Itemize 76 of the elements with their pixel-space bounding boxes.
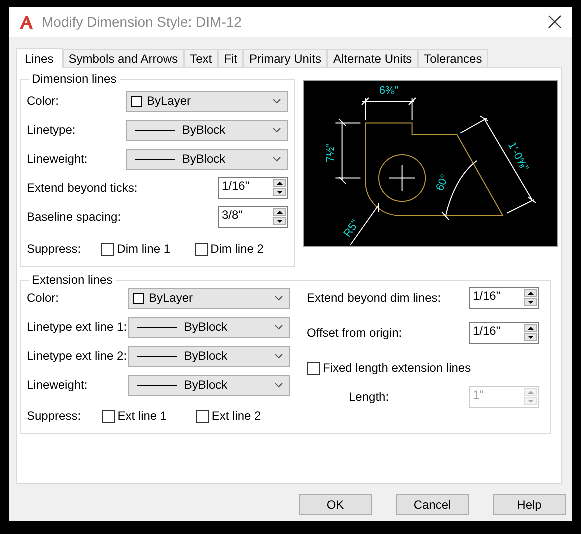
checkbox-label: Fixed length extension lines bbox=[323, 361, 472, 375]
chevron-icon bbox=[273, 128, 281, 132]
checkbox-label: Dim line 2 bbox=[210, 242, 264, 256]
field-label: Linetype: bbox=[27, 123, 76, 137]
spin-up-button[interactable] bbox=[524, 289, 537, 297]
field-label: Color: bbox=[27, 94, 60, 108]
chevron-icon bbox=[275, 354, 283, 358]
dropdown[interactable]: ByBlock bbox=[128, 374, 290, 396]
field-label: Offset from origin: bbox=[307, 326, 402, 340]
spin-up-button[interactable] bbox=[524, 324, 537, 332]
field-label: Baseline spacing: bbox=[27, 210, 122, 224]
spin-down-button[interactable] bbox=[524, 298, 537, 306]
spin-field[interactable]: 1/16" bbox=[469, 287, 539, 309]
field-label: Linetype ext line 1: bbox=[27, 320, 128, 334]
spin-down-button[interactable] bbox=[273, 188, 286, 196]
dropdown[interactable]: ByLayer bbox=[128, 288, 290, 308]
checkbox-label: Dim line 1 bbox=[117, 242, 171, 256]
tab[interactable]: Tolerances bbox=[418, 49, 488, 67]
spin-field[interactable]: 1/16" bbox=[218, 177, 288, 199]
color-swatch-icon bbox=[133, 292, 144, 304]
group-title: Extension lines bbox=[31, 273, 114, 287]
field-label: Extend beyond dim lines: bbox=[307, 291, 442, 305]
dialog-button[interactable]: Cancel bbox=[396, 494, 469, 515]
spin-field[interactable]: 3/8" bbox=[218, 206, 288, 228]
tab[interactable]: Lines bbox=[16, 48, 63, 68]
dropdown[interactable]: ByBlock bbox=[128, 346, 290, 366]
checkbox-label: Ext line 1 bbox=[118, 409, 168, 423]
chevron-icon bbox=[275, 324, 283, 330]
field-label: Linetype ext line 2: bbox=[27, 349, 128, 363]
tab[interactable]: Symbols and Arrows bbox=[62, 49, 184, 67]
spin-down-button[interactable] bbox=[524, 333, 537, 341]
tab[interactable]: Alternate Units bbox=[327, 49, 418, 67]
dimension-text: R5" bbox=[342, 218, 362, 240]
line-sample-icon bbox=[137, 326, 177, 328]
dimension-text: 6⅜" bbox=[379, 84, 399, 97]
chevron-icon bbox=[275, 296, 283, 300]
center-mark-icon bbox=[388, 164, 416, 192]
field-label: Extend beyond ticks: bbox=[27, 181, 138, 195]
field-label: Suppress: bbox=[27, 409, 82, 423]
field-label: Suppress: bbox=[27, 242, 82, 256]
dropdown[interactable]: ByBlock bbox=[128, 316, 290, 338]
checkbox[interactable] bbox=[101, 242, 114, 256]
chevron-icon bbox=[273, 98, 281, 104]
field-label: Length: bbox=[349, 390, 390, 404]
chevron-icon bbox=[275, 382, 283, 388]
spin-field[interactable]: 1/16" bbox=[469, 322, 539, 344]
dimension-text: 60° bbox=[434, 173, 452, 193]
field-label: Color: bbox=[27, 291, 60, 305]
line-sample-icon bbox=[137, 384, 177, 386]
tab[interactable]: Text bbox=[184, 49, 218, 67]
checkbox[interactable] bbox=[307, 362, 320, 374]
spin-field: 1" bbox=[469, 386, 539, 408]
spin-down-button[interactable] bbox=[273, 217, 286, 225]
chevron-icon bbox=[273, 156, 281, 162]
spin-up-button[interactable] bbox=[273, 208, 286, 216]
field-label: Lineweight: bbox=[27, 378, 88, 392]
checkbox[interactable] bbox=[196, 410, 209, 422]
dimension-text: 7½" bbox=[324, 143, 337, 163]
checkbox[interactable] bbox=[194, 242, 208, 256]
checkbox[interactable] bbox=[102, 410, 115, 422]
close-icon[interactable] bbox=[548, 15, 562, 29]
checkbox-label: Ext line 2 bbox=[212, 409, 262, 423]
dropdown[interactable]: ByLayer bbox=[126, 90, 288, 112]
group-title: Dimension lines bbox=[31, 72, 118, 86]
dialog-button[interactable]: OK bbox=[299, 494, 372, 515]
dropdown[interactable]: ByBlock bbox=[126, 148, 288, 170]
line-sample-icon bbox=[135, 158, 175, 160]
field-label: Lineweight: bbox=[27, 152, 88, 166]
dropdown[interactable]: ByBlock bbox=[126, 120, 288, 140]
app-logo-icon bbox=[19, 14, 34, 30]
color-swatch-icon bbox=[131, 96, 142, 106]
dialog-button[interactable]: Help bbox=[493, 494, 566, 515]
window-title: Modify Dimension Style: DIM-12 bbox=[42, 14, 243, 30]
spin-up-button[interactable] bbox=[273, 179, 286, 187]
tab[interactable]: Primary Units bbox=[243, 49, 328, 67]
tab[interactable]: Fit bbox=[218, 49, 244, 67]
